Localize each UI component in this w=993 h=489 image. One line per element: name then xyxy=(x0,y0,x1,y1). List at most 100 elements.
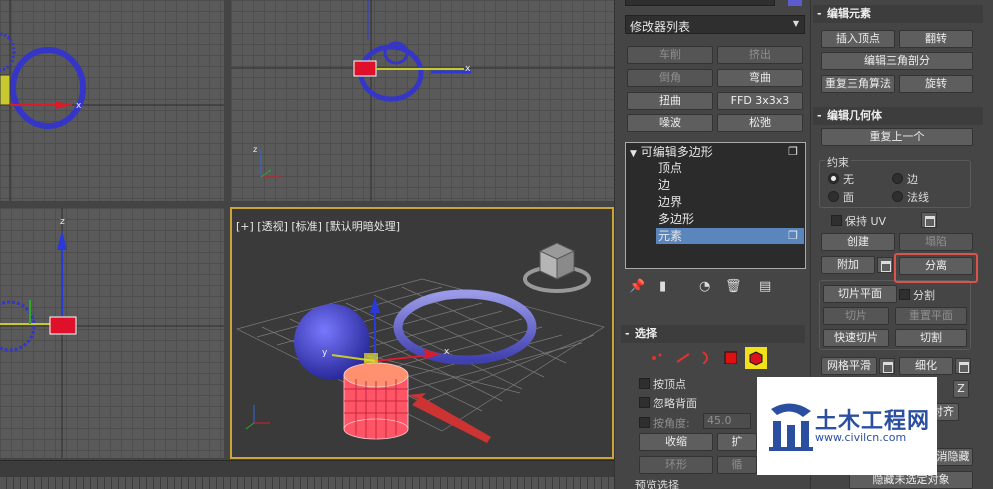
border-select-icon[interactable] xyxy=(699,350,713,364)
by-vertex-checkbox[interactable]: 按顶点 xyxy=(637,376,686,392)
chamfer-button[interactable]: 倒角 xyxy=(627,69,713,87)
edit-triangulation-button[interactable]: 编辑三角剖分 xyxy=(821,52,973,70)
modifier-stack[interactable]: ▼ 可编辑多边形 ❐ 顶点 边 边界 多边形 元素 ❐ xyxy=(625,142,806,269)
axis-y-label-persp: y xyxy=(322,348,328,358)
bend-button[interactable]: 弯曲 xyxy=(717,69,803,87)
by-angle-checkbox[interactable]: 按角度: xyxy=(637,415,690,431)
stack-element-label: 元素 xyxy=(658,229,683,243)
cylinder-object[interactable] xyxy=(343,362,409,440)
preserve-uv-settings-icon[interactable] xyxy=(921,212,937,228)
unhide-button[interactable]: 消隐藏 xyxy=(933,448,973,466)
edge-select-icon[interactable] xyxy=(675,350,689,364)
ffd-button[interactable]: FFD 3x3x3 xyxy=(717,92,803,110)
angle-spinner[interactable]: 45.0 xyxy=(703,413,751,429)
stack-item-vertex[interactable]: 顶点 xyxy=(658,160,798,176)
slice-plane-button[interactable]: 切片平面 xyxy=(823,285,897,303)
insert-vertex-button[interactable]: 插入顶点 xyxy=(821,30,895,48)
ignore-backfacing-checkbox[interactable]: 忽略背面 xyxy=(637,395,697,411)
object-name-field[interactable] xyxy=(625,0,775,6)
timeline-slider[interactable] xyxy=(0,477,614,489)
align-z-button[interactable]: Z xyxy=(953,380,969,398)
watermark-url: www.civilcn.com xyxy=(815,431,907,444)
tessellate-button[interactable]: 细化 xyxy=(899,357,953,375)
red-arrow-annotation xyxy=(408,393,491,443)
turn-button[interactable]: 旋转 xyxy=(899,75,973,93)
viewcube[interactable] xyxy=(523,242,591,293)
flip-button[interactable]: 翻转 xyxy=(899,30,973,48)
viewport-top[interactable]: x z xyxy=(231,0,614,201)
relax-button[interactable]: 松弛 xyxy=(717,114,803,132)
edit-elements-rollout-header[interactable]: - 编辑元素 xyxy=(813,5,983,23)
viewport-perspective[interactable]: [+] [透视] [标准] [默认明暗处理] x y xyxy=(230,207,614,459)
rollout-minus-icon: - xyxy=(625,327,630,340)
configure-sets-icon[interactable]: ▤ xyxy=(759,279,771,294)
split-checkbox[interactable]: 分割 xyxy=(897,287,935,303)
watermark-logo: 土木工程网 www.civilcn.com xyxy=(757,377,937,475)
twist-button[interactable]: 扭曲 xyxy=(627,92,713,110)
ring-button[interactable]: 环形 xyxy=(639,456,713,474)
chevron-down-icon: ▼ xyxy=(792,19,799,28)
tessellate-settings-icon[interactable] xyxy=(955,358,971,374)
msmooth-settings-icon[interactable] xyxy=(879,358,895,374)
viewport-left[interactable]: z xyxy=(0,208,224,458)
axis-z-label-left: z xyxy=(60,217,65,227)
shrink-button[interactable]: 收缩 xyxy=(639,433,713,451)
detach-highlight-box xyxy=(894,253,978,283)
stack-item-element[interactable]: 元素 ❐ xyxy=(656,228,804,244)
polygon-select-icon[interactable] xyxy=(723,350,737,364)
pin-stack-icon[interactable]: 📌 xyxy=(629,279,645,294)
collapse-triangle-icon: ▼ xyxy=(630,149,637,159)
object-color-swatch[interactable] xyxy=(788,0,802,6)
create-button[interactable]: 创建 xyxy=(821,233,895,251)
msmooth-button[interactable]: 网格平滑 xyxy=(821,357,877,375)
slice-button[interactable]: 切片 xyxy=(823,307,889,325)
edit-geometry-title: 编辑几何体 xyxy=(827,109,882,122)
loop-button[interactable]: 循 xyxy=(717,456,757,474)
collapse-button[interactable]: 塌陷 xyxy=(899,233,973,251)
grow-button[interactable]: 扩 xyxy=(717,433,757,451)
edit-elements-title: 编辑元素 xyxy=(827,7,871,20)
torus-object[interactable] xyxy=(393,289,537,365)
preserve-uv-checkbox[interactable]: 保持 UV xyxy=(829,213,886,229)
viewport-perspective-scene: x y xyxy=(236,242,605,443)
make-unique-icon[interactable]: ◔ xyxy=(699,279,710,294)
stack-item-border[interactable]: 边界 xyxy=(658,194,798,210)
constraint-face-radio[interactable]: 面 xyxy=(827,189,854,205)
stack-item-edge[interactable]: 边 xyxy=(658,177,798,193)
element-select-icon[interactable] xyxy=(745,347,767,369)
subobject-icon: ❐ xyxy=(788,145,798,158)
ripple-button[interactable]: 噪波 xyxy=(627,114,713,132)
constraint-edge-radio[interactable]: 边 xyxy=(891,171,918,187)
stack-root-label: 可编辑多边形 xyxy=(640,145,713,159)
rollout-minus-icon: - xyxy=(817,7,822,20)
preview-selection-label: 预览选择 xyxy=(635,479,679,489)
axis-z-label-top: z xyxy=(253,145,257,154)
modifier-list-label: 修改器列表 xyxy=(630,20,691,34)
stack-toolbar: 📌 ▮ ◔ 🗑 ▤ xyxy=(625,278,805,298)
repeat-last-button[interactable]: 重复上一个 xyxy=(821,128,973,146)
viewport-front[interactable]: x xyxy=(0,0,224,201)
attach-list-icon[interactable] xyxy=(877,257,893,273)
viewport-front-scene: x xyxy=(0,0,224,201)
selection-rollout-title: 选择 xyxy=(635,327,657,340)
stack-item-polygon[interactable]: 多边形 xyxy=(658,211,798,227)
trash-icon[interactable]: 🗑 xyxy=(725,279,742,294)
axis-x-label-persp: x xyxy=(444,347,450,357)
quickslice-button[interactable]: 快速切片 xyxy=(823,329,889,347)
vertex-select-icon[interactable] xyxy=(650,350,664,364)
constraint-normal-radio[interactable]: 法线 xyxy=(891,189,929,205)
constraint-none-radio[interactable]: 无 xyxy=(827,171,854,187)
viewport-top-scene: x z xyxy=(231,0,614,201)
axis-x-label: x xyxy=(76,101,82,111)
stack-item-editable-poly[interactable]: ▼ 可编辑多边形 ❐ xyxy=(630,144,802,160)
cut-button[interactable]: 切割 xyxy=(895,329,967,347)
attach-button[interactable]: 附加 xyxy=(821,256,875,274)
edit-geometry-rollout-header[interactable]: - 编辑几何体 xyxy=(813,107,983,125)
show-end-result-icon[interactable]: ▮ xyxy=(659,279,666,294)
extrude-button[interactable]: 挤出 xyxy=(717,46,803,64)
selection-rollout-header[interactable]: - 选择 xyxy=(621,325,805,343)
lathe-button[interactable]: 车削 xyxy=(627,46,713,64)
reset-plane-button[interactable]: 重置平面 xyxy=(895,307,967,325)
retriangulate-button[interactable]: 重复三角算法 xyxy=(821,75,895,93)
modifier-list-dropdown[interactable]: 修改器列表 ▼ xyxy=(625,15,805,34)
